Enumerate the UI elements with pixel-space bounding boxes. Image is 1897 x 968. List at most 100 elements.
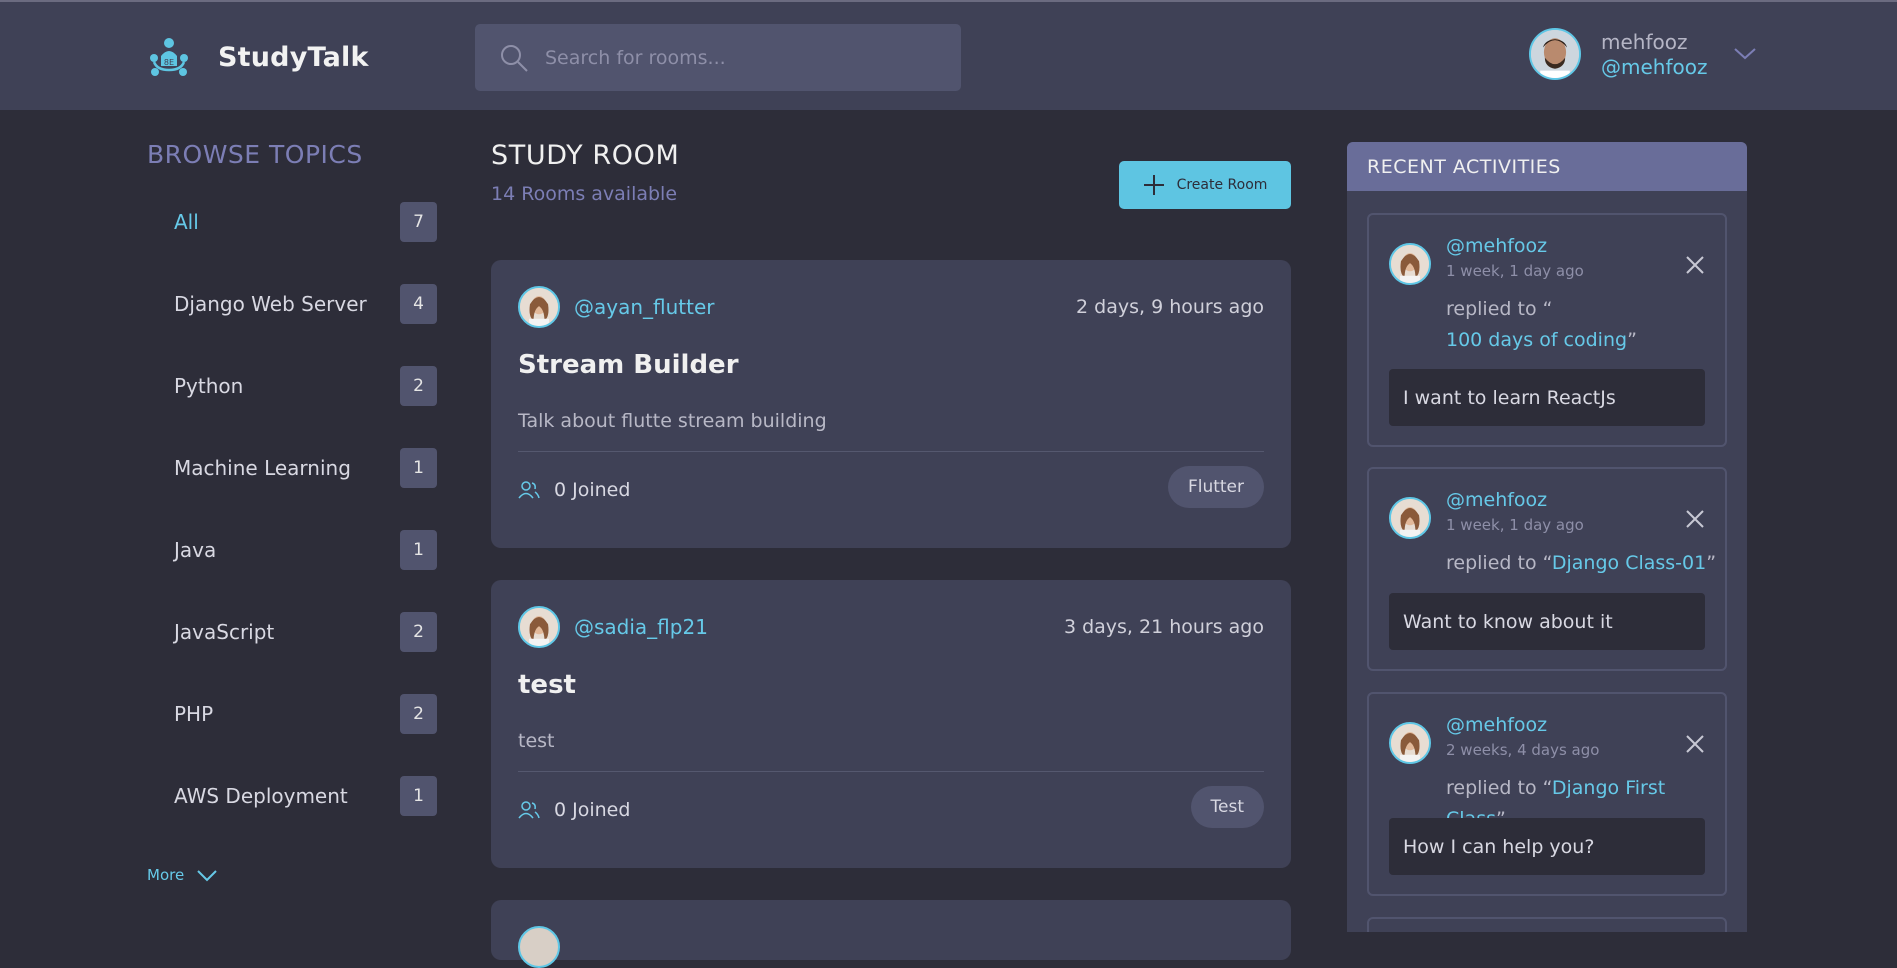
browse-topics-sidebar: BROWSE TOPICS All 7 Django Web Server 4 … bbox=[147, 140, 437, 884]
users-icon bbox=[518, 801, 540, 819]
activity-room-link[interactable]: Django Class-01 bbox=[1552, 552, 1706, 574]
room-host[interactable]: @ayan_flutter bbox=[518, 286, 715, 328]
topic-label: Java bbox=[174, 538, 217, 562]
host-avatar bbox=[518, 926, 560, 968]
room-card[interactable] bbox=[491, 900, 1291, 968]
search-bar[interactable] bbox=[475, 24, 961, 91]
topic-item-machine-learning[interactable]: Machine Learning 1 bbox=[174, 448, 437, 488]
chevron-down-icon[interactable] bbox=[1733, 47, 1757, 61]
activity-user[interactable]: @mehfooz bbox=[1446, 489, 1547, 511]
host-avatar bbox=[518, 286, 560, 328]
topic-count: 7 bbox=[400, 202, 437, 242]
study-room-header: STUDY ROOM 14 Rooms available bbox=[491, 140, 679, 205]
topic-item-python[interactable]: Python 2 bbox=[174, 366, 437, 406]
close-icon[interactable] bbox=[1685, 734, 1705, 754]
replied-prefix: replied to “ bbox=[1446, 298, 1553, 320]
topic-item-javascript[interactable]: JavaScript 2 bbox=[174, 612, 437, 652]
room-host[interactable] bbox=[518, 926, 560, 968]
recent-activities-title: RECENT ACTIVITIES bbox=[1347, 142, 1747, 191]
activity-item[interactable] bbox=[1367, 917, 1727, 932]
activity-replied: replied to “ 100 days of coding” bbox=[1446, 294, 1637, 356]
activity-avatar-image bbox=[1391, 724, 1429, 762]
room-joined: 0 Joined bbox=[518, 479, 630, 501]
host-avatar-image bbox=[520, 608, 558, 646]
joined-count: 0 Joined bbox=[554, 479, 631, 501]
room-card[interactable]: @ayan_flutter 2 days, 9 hours ago Stream… bbox=[491, 260, 1291, 548]
activity-room-link[interactable]: 100 days of coding bbox=[1446, 329, 1627, 351]
create-room-label: Create Room bbox=[1176, 177, 1268, 193]
room-description: Talk about flutte stream building bbox=[518, 410, 827, 432]
replied-suffix: ” bbox=[1627, 329, 1637, 351]
room-host[interactable]: @sadia_flp21 bbox=[518, 606, 708, 648]
activity-time: 1 week, 1 day ago bbox=[1446, 516, 1584, 534]
room-title[interactable]: test bbox=[518, 670, 576, 700]
activity-user[interactable]: @mehfooz bbox=[1446, 235, 1547, 257]
divider bbox=[518, 451, 1264, 452]
activity-avatar bbox=[1389, 497, 1431, 539]
topic-label: Django Web Server bbox=[174, 292, 367, 316]
activity-user[interactable]: @mehfooz bbox=[1446, 714, 1547, 736]
topic-count: 1 bbox=[400, 530, 437, 570]
topic-label: All bbox=[174, 210, 199, 234]
room-topic-tag[interactable]: Flutter bbox=[1167, 466, 1264, 508]
activity-item[interactable]: @mehfooz 1 week, 1 day ago replied to “ … bbox=[1367, 213, 1727, 447]
host-avatar bbox=[518, 606, 560, 648]
topic-item-aws-deployment[interactable]: AWS Deployment 1 bbox=[174, 776, 437, 816]
activity-message: How I can help you? bbox=[1389, 818, 1705, 875]
topic-item-django-web-server[interactable]: Django Web Server 4 bbox=[174, 284, 437, 324]
room-topic-tag[interactable]: Test bbox=[1190, 786, 1264, 828]
room-time: 3 days, 21 hours ago bbox=[1063, 616, 1264, 638]
user-avatar-image bbox=[1531, 30, 1579, 78]
topic-count: 2 bbox=[400, 612, 437, 652]
replied-prefix: replied to “ bbox=[1446, 777, 1552, 799]
activity-item[interactable]: @mehfooz 1 week, 1 day ago replied to “D… bbox=[1367, 467, 1727, 671]
room-description: test bbox=[518, 730, 555, 752]
browse-topics-title: BROWSE TOPICS bbox=[147, 140, 363, 169]
brand[interactable]: 8E StudyTalk bbox=[146, 34, 369, 80]
search-icon bbox=[501, 44, 528, 72]
room-host-name: @ayan_flutter bbox=[574, 295, 715, 319]
activity-time: 1 week, 1 day ago bbox=[1446, 262, 1584, 280]
user-avatar bbox=[1529, 28, 1581, 80]
user-menu[interactable]: mehfooz @mehfooz bbox=[1529, 28, 1757, 80]
replied-suffix: ” bbox=[1706, 552, 1717, 574]
activity-avatar-image bbox=[1391, 499, 1429, 537]
room-joined: 0 Joined bbox=[518, 799, 630, 821]
svg-text:8E: 8E bbox=[164, 58, 174, 67]
topic-item-all[interactable]: All 7 bbox=[174, 202, 437, 242]
room-host-name: @sadia_flp21 bbox=[574, 615, 708, 639]
topic-label: PHP bbox=[174, 702, 214, 726]
recent-activities-panel: RECENT ACTIVITIES @mehfooz 1 week, 1 day… bbox=[1347, 142, 1747, 932]
user-name: mehfooz bbox=[1601, 29, 1688, 54]
activity-time: 2 weeks, 4 days ago bbox=[1446, 741, 1600, 759]
rooms-available: 14 Rooms available bbox=[491, 183, 678, 205]
room-card[interactable]: @sadia_flp21 3 days, 21 hours ago test t… bbox=[491, 580, 1291, 868]
search-input[interactable] bbox=[545, 46, 945, 69]
activity-avatar bbox=[1389, 243, 1431, 285]
topic-label: JavaScript bbox=[174, 620, 275, 644]
activity-item[interactable]: @mehfooz 2 weeks, 4 days ago replied to … bbox=[1367, 692, 1727, 896]
close-icon[interactable] bbox=[1685, 255, 1705, 275]
close-icon[interactable] bbox=[1685, 509, 1705, 529]
topic-item-php[interactable]: PHP 2 bbox=[174, 694, 437, 734]
divider bbox=[518, 771, 1264, 772]
users-icon bbox=[518, 481, 540, 499]
page-title: STUDY ROOM bbox=[491, 140, 680, 171]
activity-avatar bbox=[1389, 722, 1431, 764]
more-topics-link[interactable]: More bbox=[147, 866, 218, 884]
topic-label: AWS Deployment bbox=[174, 784, 348, 808]
host-avatar-image bbox=[520, 288, 558, 326]
brand-name: StudyTalk bbox=[218, 41, 369, 73]
room-title[interactable]: Stream Builder bbox=[518, 350, 739, 380]
room-time: 2 days, 9 hours ago bbox=[1076, 296, 1264, 318]
user-handle: @mehfooz bbox=[1601, 54, 1708, 79]
user-names: mehfooz @mehfooz bbox=[1601, 30, 1707, 79]
topic-item-java[interactable]: Java 1 bbox=[174, 530, 437, 570]
topic-count: 4 bbox=[400, 284, 437, 324]
topic-count: 2 bbox=[400, 694, 437, 734]
topic-count: 1 bbox=[400, 776, 437, 816]
create-room-button[interactable]: Create Room bbox=[1119, 161, 1291, 209]
chevron-down-icon bbox=[197, 869, 217, 881]
activity-message: I want to learn ReactJs bbox=[1389, 369, 1705, 426]
activity-avatar-image bbox=[1391, 245, 1429, 283]
